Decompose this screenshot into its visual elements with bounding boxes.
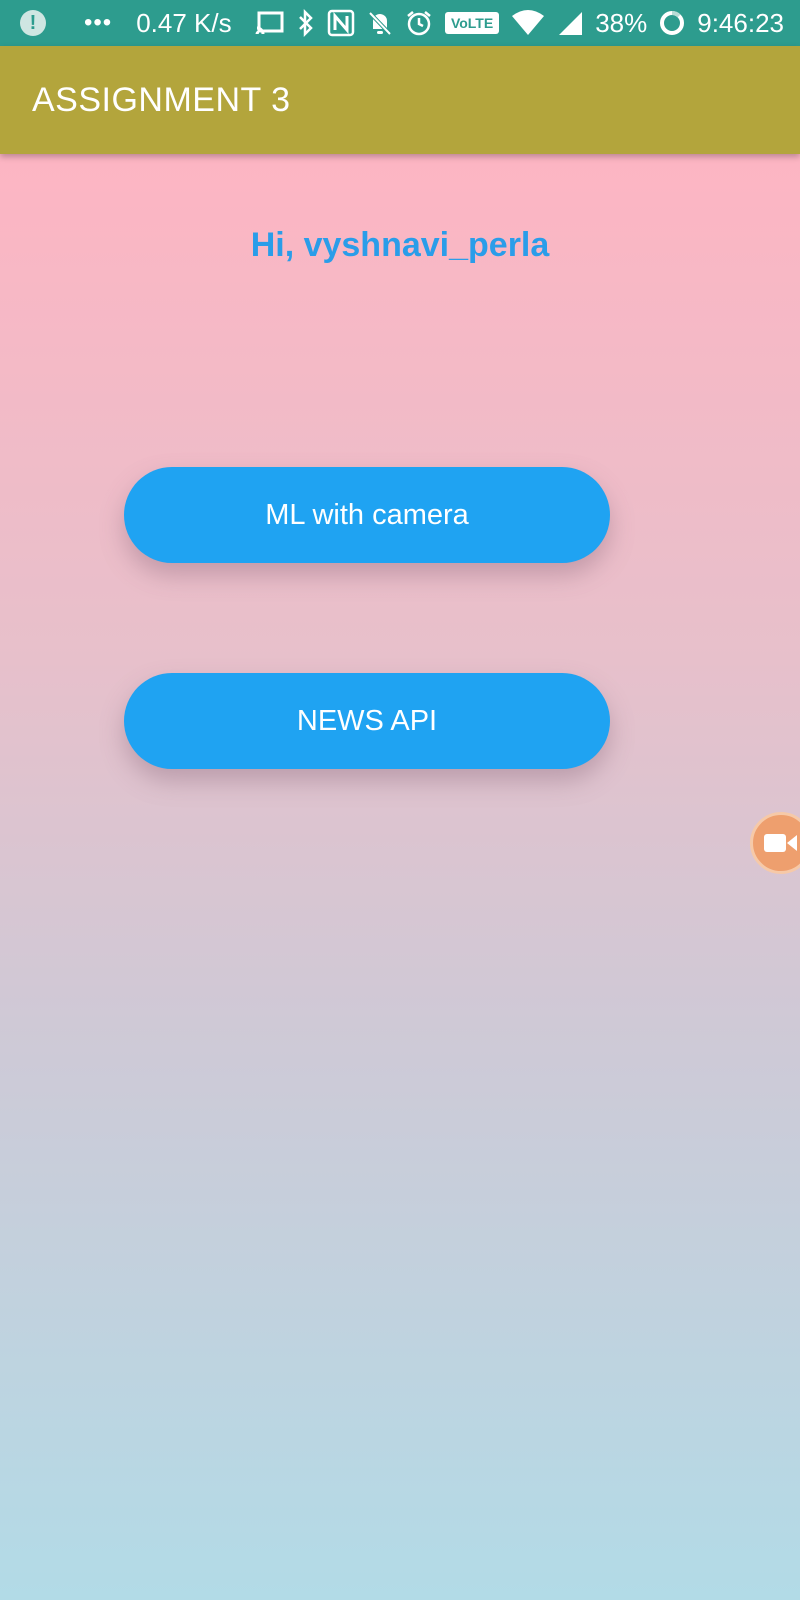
nfc-icon	[327, 9, 355, 37]
battery-saver-icon	[659, 9, 685, 37]
status-bar: ! ••• 0.47 K/s VoLTE 38% 9:46:23	[0, 0, 800, 46]
network-speed: 0.47 K/s	[136, 7, 232, 38]
alarm-icon	[405, 9, 433, 37]
video-camera-icon[interactable]	[750, 812, 800, 874]
wifi-icon	[511, 9, 545, 37]
more-icon: •••	[84, 9, 113, 36]
ml-with-camera-button[interactable]: ML with camera	[124, 467, 610, 563]
clock: 9:46:23	[697, 7, 784, 38]
app-bar: ASSIGNMENT 3	[0, 46, 800, 154]
main-content: Hi, vyshnavi_perla ML with camera NEWS A…	[0, 154, 800, 1600]
cast-icon	[255, 9, 285, 37]
status-left: ! ••• 0.47 K/s	[20, 8, 232, 39]
battery-percent: 38%	[595, 7, 648, 38]
signal-icon	[557, 9, 583, 37]
greeting-text: Hi, vyshnavi_perla	[250, 226, 550, 264]
volte-badge: VoLTE	[444, 12, 500, 34]
notifications-off-icon	[367, 9, 393, 37]
news-api-button[interactable]: NEWS API	[124, 673, 610, 769]
app-title: ASSIGNMENT 3	[32, 80, 291, 119]
bluetooth-icon	[297, 9, 315, 37]
status-right: VoLTE 38% 9:46:23	[255, 8, 784, 39]
alert-icon: !	[20, 10, 46, 36]
